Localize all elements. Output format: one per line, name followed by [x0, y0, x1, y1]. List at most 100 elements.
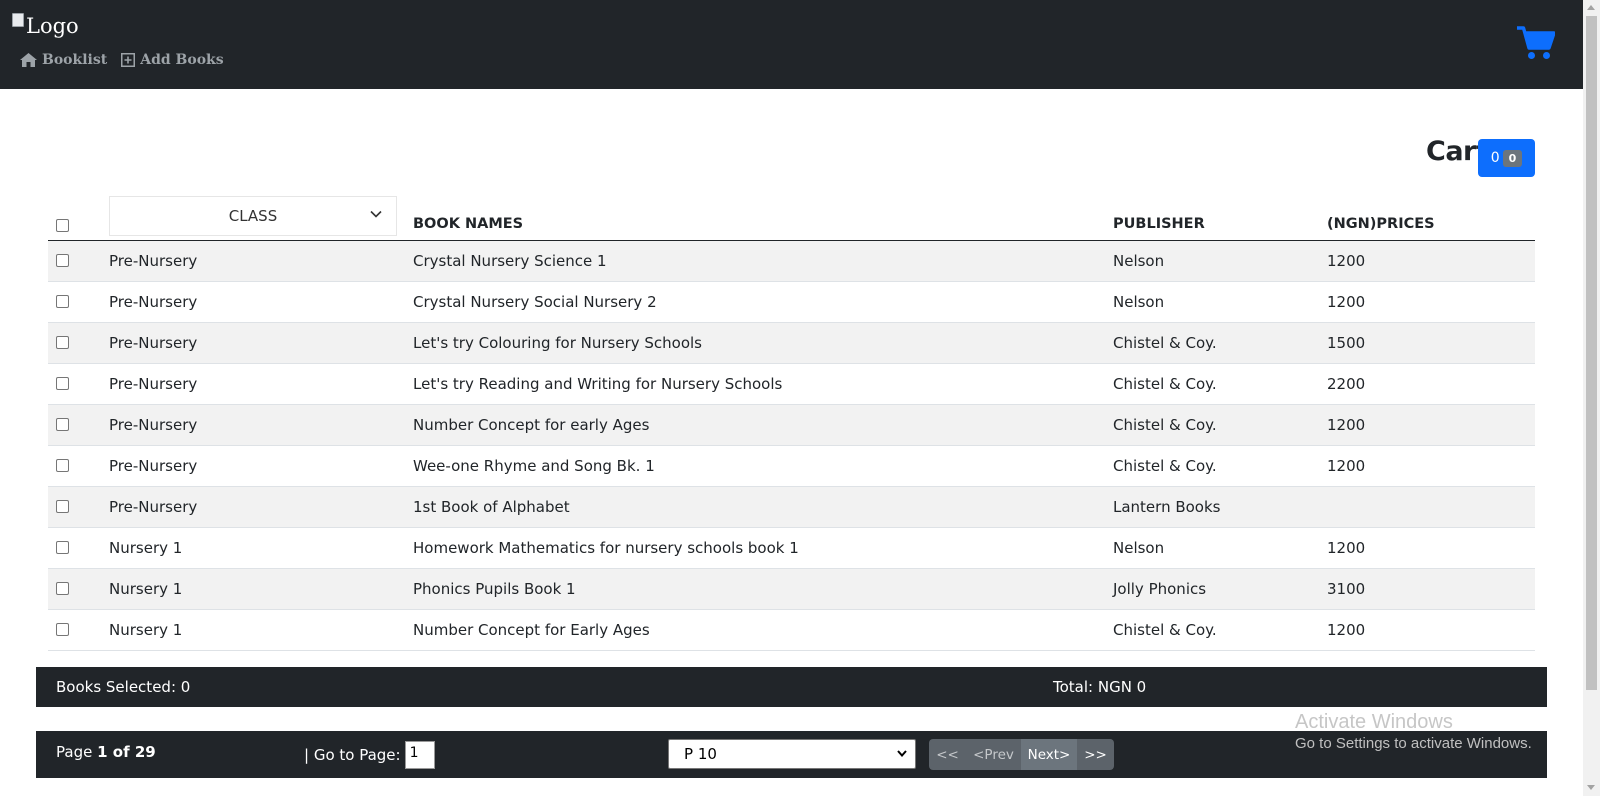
- cart-count: 0: [1490, 150, 1500, 166]
- row-publisher: Nelson: [1113, 240, 1327, 282]
- table-row: Pre-Nursery Let's try Colouring for Nurs…: [48, 322, 1535, 364]
- row-book-name: Crystal Nursery Social Nursery 2: [413, 281, 1113, 323]
- broken-image-icon: [12, 13, 24, 27]
- last-page-button[interactable]: >>: [1077, 739, 1114, 770]
- table-row: Pre-Nursery 1st Book of Alphabet Lantern…: [48, 486, 1535, 528]
- row-checkbox[interactable]: [56, 377, 69, 390]
- table-header-row: CLASS BOOK NAMES PUBLISHER (NGN)PRICES: [48, 190, 1535, 241]
- row-checkbox[interactable]: [56, 295, 69, 308]
- page-size-select[interactable]: P 10: [668, 739, 916, 769]
- row-book-name: Let's try Colouring for Nursery Schools: [413, 322, 1113, 364]
- row-price: 1500: [1327, 322, 1535, 364]
- row-price: 1200: [1327, 404, 1535, 446]
- row-class: Pre-Nursery: [109, 404, 413, 446]
- row-class: Pre-Nursery: [109, 445, 413, 487]
- row-checkbox[interactable]: [56, 500, 69, 513]
- book-names-header: BOOK NAMES: [413, 190, 1113, 241]
- row-book-name: Let's try Reading and Writing for Nurser…: [413, 363, 1113, 405]
- books-selected-count: Books Selected: 0: [56, 678, 191, 696]
- row-checkbox[interactable]: [56, 254, 69, 267]
- table-row: Nursery 1 Number Concept for Early Ages …: [48, 609, 1535, 651]
- nav-booklist-label: Booklist: [42, 52, 108, 68]
- next-page-button[interactable]: Next>: [1021, 739, 1077, 770]
- row-price: 1200: [1327, 527, 1535, 569]
- nav-add-books-label: Add Books: [140, 52, 224, 68]
- row-class: Pre-Nursery: [109, 281, 413, 323]
- nav-links: Booklist Add Books: [20, 52, 224, 68]
- row-price: [1327, 486, 1535, 528]
- first-page-button[interactable]: <<: [929, 739, 966, 770]
- page-label: Page: [56, 743, 93, 761]
- nav-add-books-link[interactable]: Add Books: [121, 52, 224, 68]
- table-row: Nursery 1 Homework Mathematics for nurse…: [48, 527, 1535, 569]
- table-row: Pre-Nursery Number Concept for early Age…: [48, 404, 1535, 446]
- activate-windows-watermark: Activate Windows Go to Settings to activ…: [1295, 711, 1532, 752]
- row-publisher: Chistel & Coy.: [1113, 609, 1327, 651]
- row-publisher: Chistel & Coy.: [1113, 322, 1327, 364]
- row-price: 1200: [1327, 240, 1535, 282]
- chevron-down-icon: [897, 750, 907, 757]
- row-book-name: Phonics Pupils Book 1: [413, 568, 1113, 610]
- table-row: Pre-Nursery Let's try Reading and Writin…: [48, 363, 1535, 405]
- row-price: 1200: [1327, 445, 1535, 487]
- table-row: Pre-Nursery Crystal Nursery Science 1 Ne…: [48, 240, 1535, 282]
- book-table: CLASS BOOK NAMES PUBLISHER (NGN)PRICES P…: [48, 190, 1535, 651]
- row-publisher: Chistel & Coy.: [1113, 404, 1327, 446]
- pager-buttons: << <Prev Next> >>: [929, 739, 1114, 770]
- publisher-header: PUBLISHER: [1113, 190, 1327, 241]
- table-row: Pre-Nursery Wee-one Rhyme and Song Bk. 1…: [48, 445, 1535, 487]
- row-publisher: Jolly Phonics: [1113, 568, 1327, 610]
- page-size-value: P 10: [684, 745, 717, 763]
- scroll-down-arrow-icon[interactable]: [1587, 785, 1595, 790]
- chevron-down-icon: [370, 210, 382, 218]
- go-to-page-input[interactable]: 1: [404, 741, 435, 769]
- row-checkbox[interactable]: [56, 418, 69, 431]
- table-row: Pre-Nursery Crystal Nursery Social Nurse…: [48, 281, 1535, 323]
- watermark-subtitle: Go to Settings to activate Windows.: [1295, 735, 1532, 752]
- selection-summary-bar: Books Selected: 0 Total: NGN 0: [36, 667, 1547, 707]
- row-price: 2200: [1327, 363, 1535, 405]
- page-value: 1 of 29: [97, 743, 156, 761]
- row-book-name: Homework Mathematics for nursery schools…: [413, 527, 1113, 569]
- row-book-name: Number Concept for Early Ages: [413, 609, 1113, 651]
- row-book-name: Crystal Nursery Science 1: [413, 240, 1113, 282]
- cart-button[interactable]: 0 0: [1478, 139, 1535, 177]
- go-to-page: | Go to Page: 1: [304, 741, 435, 769]
- page-scrollbar[interactable]: [1583, 0, 1600, 796]
- prices-header: (NGN)PRICES: [1327, 190, 1535, 241]
- class-filter-label: CLASS: [228, 206, 278, 225]
- class-filter-dropdown[interactable]: CLASS: [109, 195, 397, 236]
- scroll-up-arrow-icon[interactable]: [1587, 5, 1595, 10]
- row-checkbox[interactable]: [56, 623, 69, 636]
- nav-booklist-link[interactable]: Booklist: [20, 52, 107, 68]
- shopping-cart-icon[interactable]: [1517, 26, 1555, 60]
- row-publisher: Nelson: [1113, 281, 1327, 323]
- row-checkbox[interactable]: [56, 582, 69, 595]
- row-class: Nursery 1: [109, 609, 413, 651]
- row-checkbox[interactable]: [56, 336, 69, 349]
- row-class: Pre-Nursery: [109, 363, 413, 405]
- logo[interactable]: Logo: [12, 13, 79, 38]
- row-class: Nursery 1: [109, 527, 413, 569]
- row-publisher: Chistel & Coy.: [1113, 445, 1327, 487]
- page-indicator: Page 1 of 29: [56, 743, 156, 761]
- cart-count-badge: 0: [1502, 149, 1523, 167]
- row-class: Nursery 1: [109, 568, 413, 610]
- row-price: 1200: [1327, 281, 1535, 323]
- watermark-title: Activate Windows: [1295, 711, 1453, 733]
- row-class: Pre-Nursery: [109, 486, 413, 528]
- row-checkbox[interactable]: [56, 459, 69, 472]
- plus-square-icon: [121, 53, 136, 67]
- prev-page-button[interactable]: <Prev: [966, 739, 1021, 770]
- row-book-name: Wee-one Rhyme and Song Bk. 1: [413, 445, 1113, 487]
- scrollbar-thumb[interactable]: [1586, 16, 1597, 690]
- logo-alt-text: Logo: [26, 14, 79, 38]
- table-row: Nursery 1 Phonics Pupils Book 1 Jolly Ph…: [48, 568, 1535, 610]
- row-book-name: Number Concept for early Ages: [413, 404, 1113, 446]
- row-book-name: 1st Book of Alphabet: [413, 486, 1113, 528]
- row-publisher: Chistel & Coy.: [1113, 363, 1327, 405]
- row-publisher: Nelson: [1113, 527, 1327, 569]
- row-checkbox[interactable]: [56, 541, 69, 554]
- class-column-header: CLASS: [109, 190, 413, 241]
- select-all-checkbox[interactable]: [56, 218, 69, 232]
